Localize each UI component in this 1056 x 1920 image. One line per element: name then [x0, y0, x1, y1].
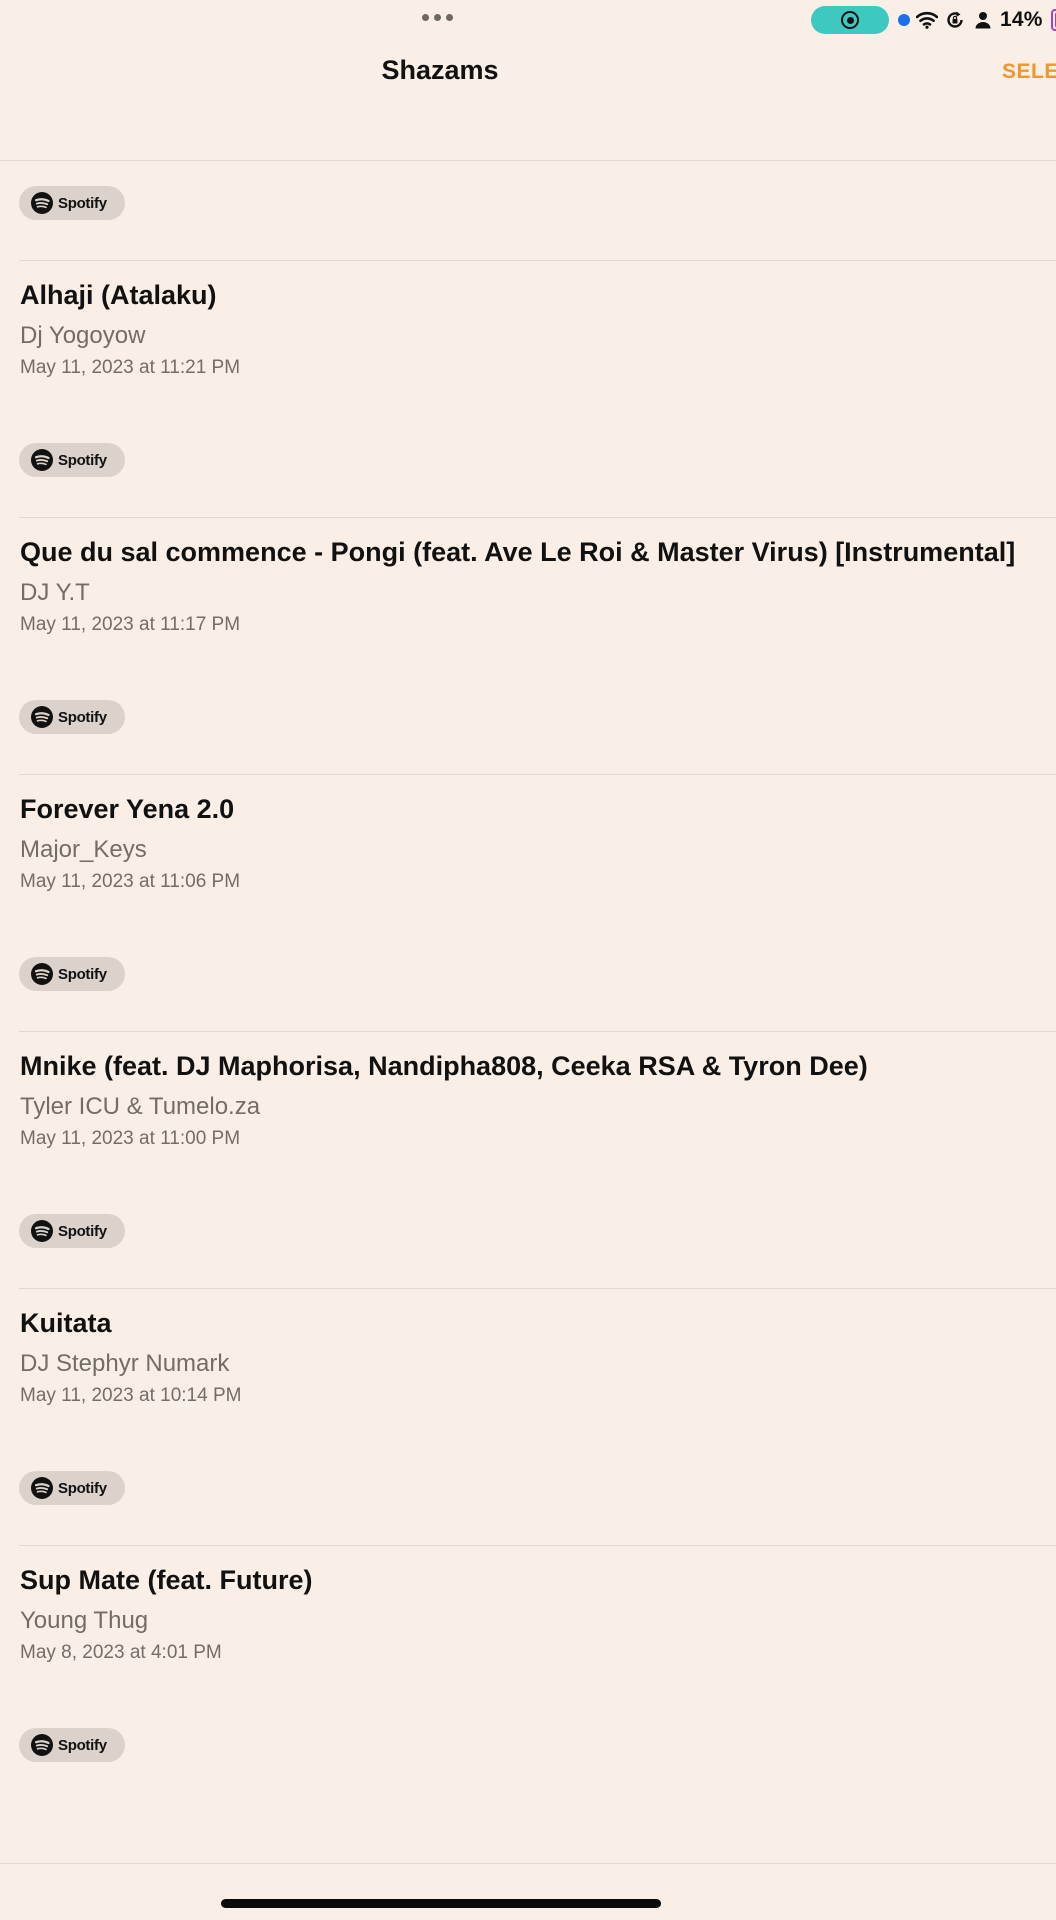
spotify-button[interactable]: Spotify	[19, 1728, 125, 1762]
song-date: May 11, 2023 at 11:00 PM	[20, 1128, 241, 1149]
song-artist: Major_Keys	[20, 836, 147, 863]
home-indicator[interactable]	[221, 1899, 661, 1908]
song-date: May 11, 2023 at 11:06 PM	[20, 871, 241, 892]
song-artist: DJ Stephyr Numark	[20, 1350, 230, 1377]
spotify-button[interactable]: Spotify	[19, 443, 125, 477]
song-artist: Young Thug	[20, 1607, 149, 1634]
screen-record-icon[interactable]	[811, 6, 889, 34]
song-date: May 11, 2023 at 11:17 PM	[20, 614, 241, 635]
spotify-icon	[31, 1220, 53, 1242]
list-item[interactable]: Sup Mate (feat. Future) Young Thug May 8…	[0, 1545, 1056, 1802]
spotify-button[interactable]: Spotify	[19, 700, 125, 734]
song-artist: DJ Y.T	[20, 579, 90, 606]
spotify-icon	[31, 1734, 53, 1756]
status-bar: 14%	[0, 0, 1056, 40]
spotify-icon	[31, 1477, 53, 1499]
nav-divider	[0, 160, 1056, 161]
spotify-label: Spotify	[58, 451, 107, 469]
song-title: Que du sal commence - Pongi (feat. Ave L…	[20, 537, 1016, 567]
song-title: Mnike (feat. DJ Maphorisa, Nandipha808, …	[20, 1051, 868, 1081]
song-date: May 8, 2023 at 4:01 PM	[20, 1642, 222, 1663]
status-indicators: 14%	[898, 6, 1056, 34]
more-dots-icon[interactable]	[422, 14, 453, 21]
song-title: Kuitata	[20, 1308, 112, 1338]
list-item[interactable]: Que du sal commence - Pongi (feat. Ave L…	[0, 517, 1056, 774]
person-icon	[972, 9, 994, 31]
battery-percent: 14%	[1000, 8, 1043, 31]
rotation-lock-icon	[944, 9, 966, 31]
spotify-icon	[31, 449, 53, 471]
spotify-icon	[31, 192, 53, 214]
spotify-button[interactable]: Spotify	[19, 186, 125, 220]
list-item[interactable]: Alhaji (Atalaku) Dj Yogoyow May 11, 2023…	[0, 260, 1056, 517]
list-item[interactable]: Forever Yena 2.0 Major_Keys May 11, 2023…	[0, 774, 1056, 1031]
bottom-divider	[0, 1863, 1056, 1864]
list-item[interactable]: Kuitata DJ Stephyr Numark May 11, 2023 a…	[0, 1288, 1056, 1545]
spotify-button[interactable]: Spotify	[19, 1471, 125, 1505]
spotify-button[interactable]: Spotify	[19, 1214, 125, 1248]
spotify-label: Spotify	[58, 194, 107, 212]
battery-icon	[1050, 9, 1056, 31]
spotify-icon	[31, 706, 53, 728]
location-dot-icon	[898, 14, 910, 26]
spotify-icon	[31, 963, 53, 985]
spotify-button[interactable]: Spotify	[19, 957, 125, 991]
page-title: Shazams	[381, 55, 499, 85]
song-title: Forever Yena 2.0	[20, 794, 235, 824]
spotify-label: Spotify	[58, 1479, 107, 1497]
select-button[interactable]: SELE	[1002, 60, 1056, 84]
spotify-label: Spotify	[58, 1736, 107, 1754]
song-date: May 11, 2023 at 10:14 PM	[20, 1385, 242, 1406]
song-artist: Tyler ICU & Tumelo.za	[20, 1093, 261, 1120]
song-title: Sup Mate (feat. Future)	[20, 1565, 313, 1595]
song-title: Alhaji (Atalaku)	[20, 280, 217, 310]
song-artist: Dj Yogoyow	[20, 322, 146, 349]
wifi-icon	[916, 9, 938, 31]
shazams-screen: 14% Shazams SELE Spotify Alhaji (Atalaku…	[0, 0, 1056, 1920]
spotify-label: Spotify	[58, 708, 107, 726]
spotify-label: Spotify	[58, 1222, 107, 1240]
list-item[interactable]: Mnike (feat. DJ Maphorisa, Nandipha808, …	[0, 1031, 1056, 1288]
song-date: May 11, 2023 at 11:21 PM	[20, 357, 241, 378]
spotify-label: Spotify	[58, 965, 107, 983]
